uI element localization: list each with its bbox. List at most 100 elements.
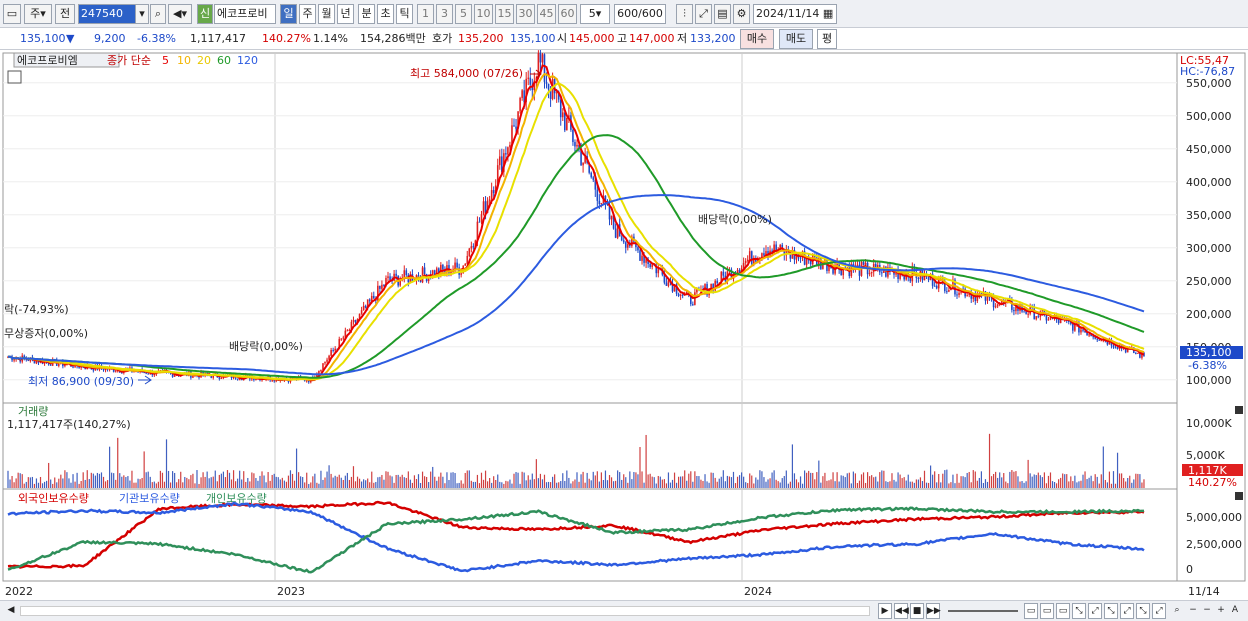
period-select[interactable]: 주▾ — [24, 4, 52, 24]
candle-body — [667, 280, 670, 286]
volume-bar — [629, 471, 631, 488]
volume-bar — [511, 483, 513, 488]
scrollbar[interactable] — [20, 606, 870, 616]
minus-icon[interactable]: − — [1200, 603, 1214, 619]
tool4-icon[interactable]: ⤢ — [1120, 603, 1134, 619]
interval-input[interactable]: 5▾ — [580, 4, 610, 24]
volume-bar — [507, 481, 509, 488]
tab-month[interactable]: 월 — [318, 4, 335, 24]
eval-button[interactable]: 평 — [817, 29, 837, 49]
volume-bar — [678, 476, 680, 488]
volume-bar — [334, 475, 336, 488]
gear-icon[interactable]: ⚙ — [733, 4, 750, 24]
interval-30[interactable]: 30 — [516, 4, 535, 24]
volume-bar — [828, 480, 830, 488]
stop-icon[interactable]: ■ — [910, 603, 924, 619]
interval-45[interactable]: 45 — [537, 4, 556, 24]
volume-bar — [743, 476, 745, 488]
volume-bar — [265, 482, 267, 488]
layout1-icon[interactable]: ▭ — [1024, 603, 1038, 619]
tab-year[interactable]: 년 — [337, 4, 354, 24]
line-tool-icon[interactable]: ⤢ — [695, 4, 712, 24]
volume-bar — [610, 477, 613, 488]
zoom-slider[interactable] — [948, 610, 1018, 612]
tool6-icon[interactable]: ⤢ — [1152, 603, 1166, 619]
interval-1[interactable]: 1 — [417, 4, 434, 24]
layout2-icon[interactable]: ▭ — [1040, 603, 1054, 619]
sell-button[interactable]: 매도 — [779, 29, 813, 49]
code-dropdown-icon[interactable]: ▾ — [135, 4, 149, 24]
interval-10[interactable]: 10 — [474, 4, 493, 24]
chart-area[interactable]: 550,000 500,000 450,000 400,000 350,000 300,0… — [0, 44, 1248, 600]
volume-bar — [517, 472, 519, 488]
volume-bar — [615, 480, 617, 488]
volume-bar — [1049, 472, 1052, 488]
tab-second[interactable]: 초 — [377, 4, 394, 24]
search-icon[interactable]: ⌕ — [150, 4, 166, 24]
zoom-out-icon[interactable]: − — [1186, 603, 1200, 619]
volume-bar — [887, 482, 889, 488]
save-icon[interactable]: ▤ — [714, 4, 731, 24]
volume-bar — [649, 473, 651, 488]
interval-60[interactable]: 60 — [558, 4, 577, 24]
volume-bar — [686, 480, 688, 488]
rewind-icon[interactable]: ◀◀ — [894, 603, 909, 619]
volume-bar — [149, 476, 151, 488]
font-icon[interactable]: A — [1228, 603, 1242, 619]
candle-body — [639, 250, 641, 261]
date-field[interactable]: 2024/11/14 ▦ — [753, 4, 837, 24]
volume-bar — [484, 470, 487, 488]
chart-svg[interactable]: 550,000 500,000 450,000 400,000 350,000 300,0… — [0, 44, 1248, 600]
candle-body — [576, 144, 578, 147]
volume-bar — [76, 472, 78, 488]
candle-body — [389, 276, 391, 281]
layout3-icon[interactable]: ▭ — [1056, 603, 1070, 619]
interval-15[interactable]: 15 — [495, 4, 514, 24]
zoom-in-icon[interactable]: + — [1214, 603, 1228, 619]
sound-icon[interactable]: ◀▾ — [168, 4, 192, 24]
volume-bar — [970, 482, 972, 488]
volume-bar — [448, 479, 450, 488]
tab-week[interactable]: 주 — [299, 4, 316, 24]
forward-icon[interactable]: ▶▶ — [926, 603, 941, 619]
volume-bar — [962, 476, 964, 488]
layout-icon[interactable]: ▭ — [3, 4, 21, 24]
volume-bar — [139, 479, 141, 488]
candle-body — [305, 380, 308, 382]
count-field[interactable]: 600/600 — [614, 4, 666, 24]
volume-bar — [497, 474, 499, 488]
volume-bar — [988, 433, 991, 488]
table-icon[interactable] — [7, 70, 22, 84]
code-input[interactable]: 247540 — [78, 4, 136, 24]
volume-bar — [460, 480, 462, 488]
buy-button[interactable]: 매수 — [740, 29, 774, 49]
volume-bar — [549, 482, 552, 488]
candle-icon[interactable]: ⫶ — [676, 4, 693, 24]
annotation-dividend-1: 배당락(0,00%) — [229, 340, 303, 353]
scroll-left-icon[interactable]: ◀ — [4, 603, 18, 619]
prev-button[interactable]: 전 — [55, 4, 75, 24]
tab-day[interactable]: 일 — [280, 4, 297, 24]
volume-bar — [113, 473, 115, 488]
volume-bar — [1137, 473, 1139, 488]
tool3-icon[interactable]: ⤡ — [1104, 603, 1118, 619]
tool5-icon[interactable]: ⤡ — [1136, 603, 1150, 619]
interval-5[interactable]: 5 — [455, 4, 472, 24]
volume-bar — [340, 477, 342, 488]
volume-bar — [279, 479, 281, 488]
candle-body — [1023, 311, 1025, 313]
play-icon[interactable]: ▶ — [878, 603, 892, 619]
interval-3[interactable]: 3 — [436, 4, 453, 24]
tab-minute[interactable]: 분 — [358, 4, 375, 24]
volume-close-icon[interactable] — [1235, 406, 1243, 414]
price-axis-label: 350,000 — [1186, 209, 1232, 222]
tool2-icon[interactable]: ⤢ — [1088, 603, 1102, 619]
candle-body — [994, 306, 997, 308]
tool1-icon[interactable]: ⤡ — [1072, 603, 1086, 619]
candle-body — [966, 295, 968, 297]
volume-bar — [771, 472, 773, 488]
calendar-icon[interactable]: ▦ — [823, 7, 833, 20]
zoom-search-icon[interactable]: ⌕ — [1170, 603, 1184, 619]
tab-tick[interactable]: 틱 — [396, 4, 413, 24]
holding-close-icon[interactable] — [1235, 492, 1243, 500]
